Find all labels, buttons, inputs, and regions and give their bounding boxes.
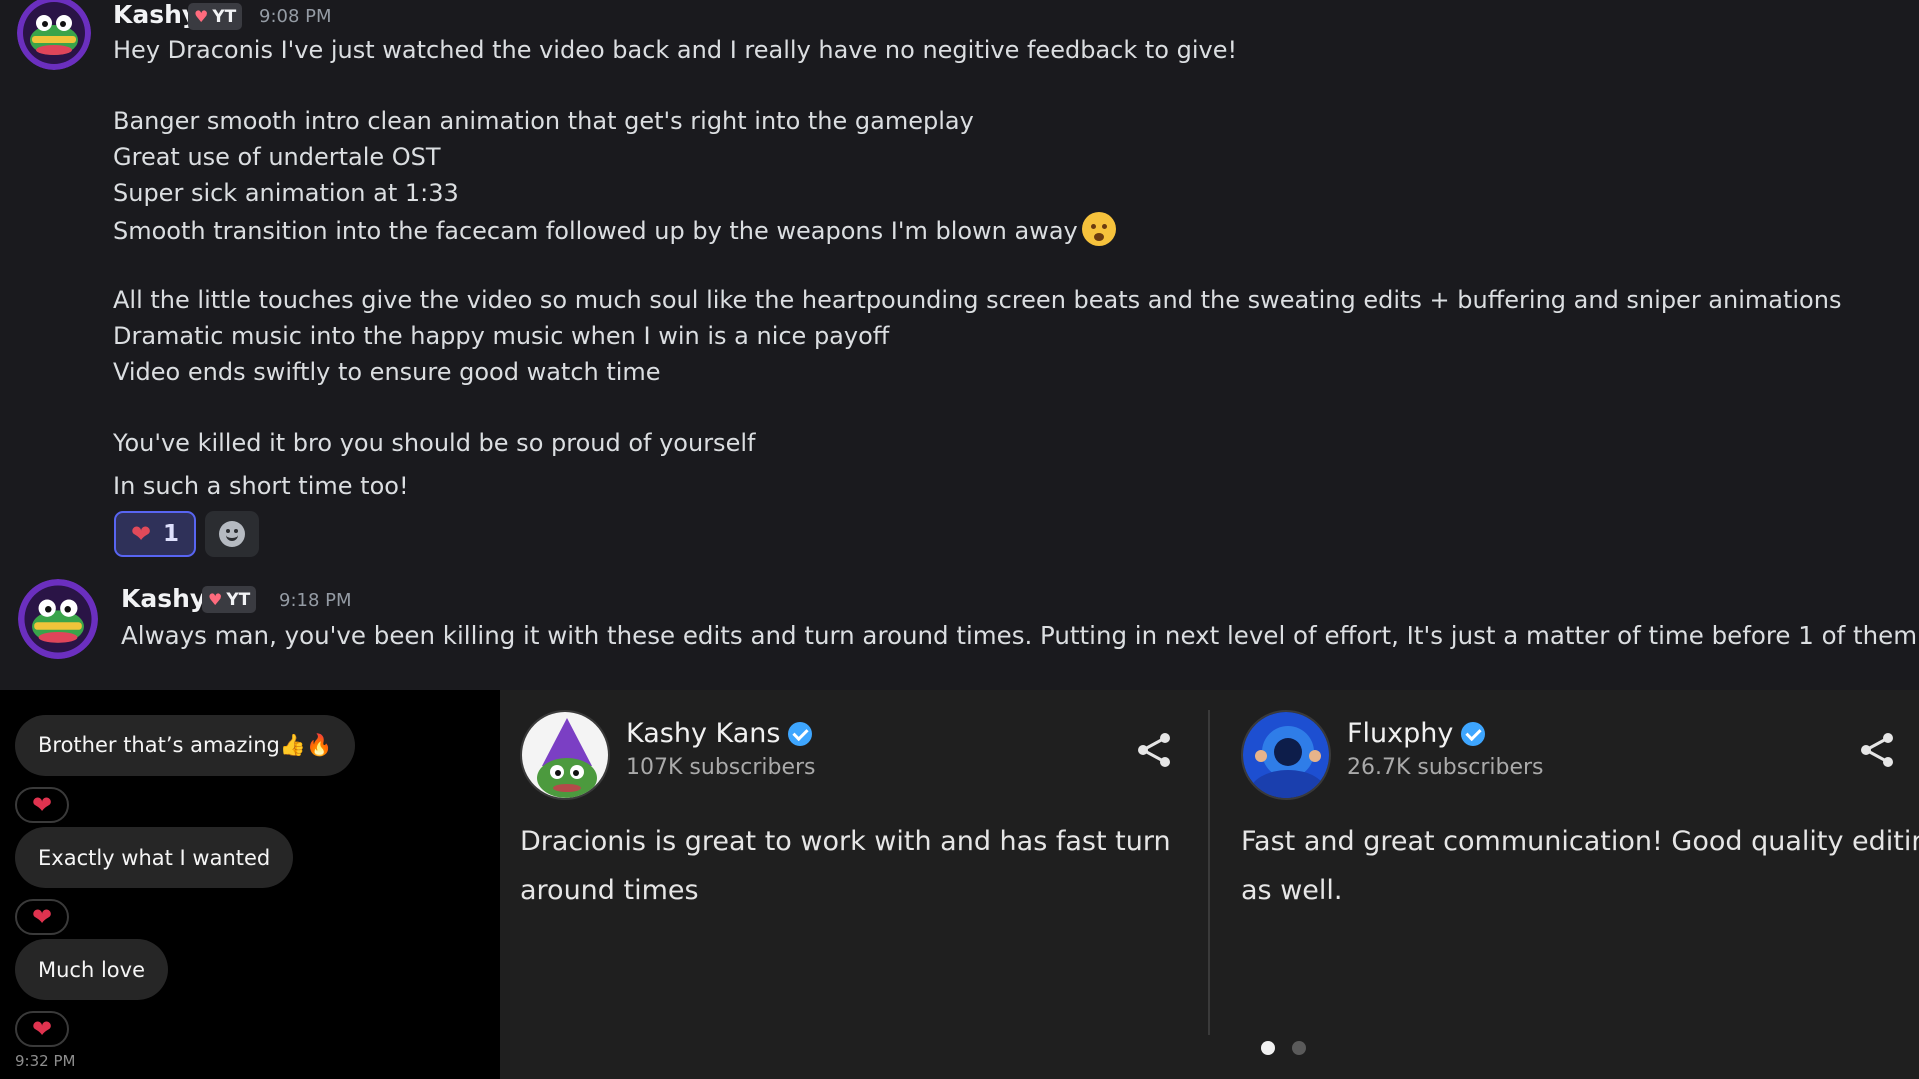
channel-name[interactable]: Kashy Kans: [626, 718, 780, 749]
subscriber-count: 107K subscribers: [626, 755, 816, 780]
carousel-dot[interactable]: [1292, 1041, 1306, 1055]
dm-timestamp: 9:32 PM: [15, 1052, 76, 1070]
testimonial-line: Fast and great communication! Good quali…: [1241, 826, 1919, 857]
message-timestamp: 9:18 PM: [279, 590, 352, 611]
share-icon[interactable]: [1134, 730, 1174, 770]
message-line: Banger smooth intro clean animation that…: [113, 107, 974, 135]
reaction-heart-on-fire[interactable]: ❤ 1: [114, 511, 196, 557]
channel-avatar[interactable]: [1241, 710, 1331, 800]
share-icon[interactable]: [1857, 730, 1897, 770]
role-badge: ♥ YT: [202, 586, 257, 613]
user-avatar[interactable]: [17, 0, 91, 70]
timestamp-link[interactable]: 1:33: [405, 179, 459, 207]
role-badge-label: YT: [212, 6, 237, 27]
channel-name-row: Fluxphy: [1347, 718, 1486, 749]
testimonial-text: Fast and great communication! Good quali…: [1241, 817, 1919, 915]
verified-check-icon: [1461, 721, 1486, 746]
message-line: Super sick animation at 1:33: [113, 179, 459, 207]
heart-on-fire-icon: ❤: [130, 520, 152, 548]
message-line: You've killed it bro you should be so pr…: [113, 429, 756, 457]
channel-avatar[interactable]: [520, 710, 610, 800]
add-reaction-button[interactable]: [205, 511, 259, 557]
testimonial-text: Dracionis is great to work with and has …: [520, 817, 1171, 915]
testimonial-line: as well.: [1241, 875, 1343, 906]
channel-name-row: Kashy Kans: [626, 718, 813, 749]
carousel-dot[interactable]: [1261, 1041, 1275, 1055]
reaction-count: 1: [163, 521, 180, 547]
message-line: Always man, you've been killing it with …: [121, 621, 1919, 650]
heart-reaction-icon[interactable]: ❤: [15, 787, 69, 823]
message-line: Great use of undertale OST: [113, 143, 441, 171]
heart-reaction-icon[interactable]: ❤: [15, 899, 69, 935]
testimonial-line: Dracionis is great to work with and has …: [520, 826, 1171, 857]
role-badge: ♥ YT: [188, 3, 243, 30]
message-line: Hey Draconis I've just watched the video…: [113, 36, 1238, 64]
card-divider: [1208, 710, 1210, 1035]
message-line-text: Smooth transition into the facecam follo…: [113, 217, 1078, 245]
heart-icon: ♥: [194, 7, 209, 26]
testimonials-carousel: Kashy Kans 107K subscribers Dracionis is…: [500, 690, 1919, 1079]
message-line: Smooth transition into the facecam follo…: [113, 212, 1116, 249]
subscriber-count: 26.7K subscribers: [1347, 755, 1544, 780]
message-1: Kashy ♥ YT 9:08 PM Hey Draconis I've jus…: [0, 0, 1919, 570]
testimonial-card: Fluxphy 26.7K subscribers Fast and great…: [1221, 690, 1919, 1079]
user-avatar[interactable]: [18, 579, 98, 659]
discord-chat: Kashy ♥ YT 9:08 PM Hey Draconis I've jus…: [0, 0, 1919, 690]
heart-icon: ♥: [208, 590, 223, 609]
channel-name[interactable]: Fluxphy: [1347, 718, 1453, 749]
message-line: Dramatic music into the happy music when…: [113, 322, 890, 350]
role-badge-label: YT: [226, 589, 251, 610]
testimonial-line: around times: [520, 875, 699, 906]
message-bubble[interactable]: Exactly what I wanted: [15, 827, 294, 888]
username[interactable]: Kashy: [121, 584, 206, 613]
testimonial-card: Kashy Kans 107K subscribers Dracionis is…: [500, 690, 1208, 1079]
message-timestamp: 9:08 PM: [259, 6, 332, 27]
message-bubble[interactable]: Brother that’s amazing👍🔥: [15, 715, 356, 776]
message-line: All the little touches give the video so…: [113, 286, 1842, 314]
smiley-icon: [219, 521, 245, 547]
message-line: Video ends swiftly to ensure good watch …: [113, 358, 661, 386]
message-2: Kashy ♥ YT 9:18 PM Always man, you've be…: [0, 575, 1919, 690]
username[interactable]: Kashy: [113, 0, 198, 29]
verified-check-icon: [788, 721, 813, 746]
dm-conversation: Brother that’s amazing👍🔥 ❤ Exactly what …: [0, 690, 500, 1079]
heart-reaction-icon[interactable]: ❤: [15, 1011, 69, 1047]
exploding-head-emoji-icon: [1081, 212, 1116, 246]
message-bubble[interactable]: Much love: [15, 939, 168, 1000]
message-line: In such a short time too!: [113, 472, 409, 500]
